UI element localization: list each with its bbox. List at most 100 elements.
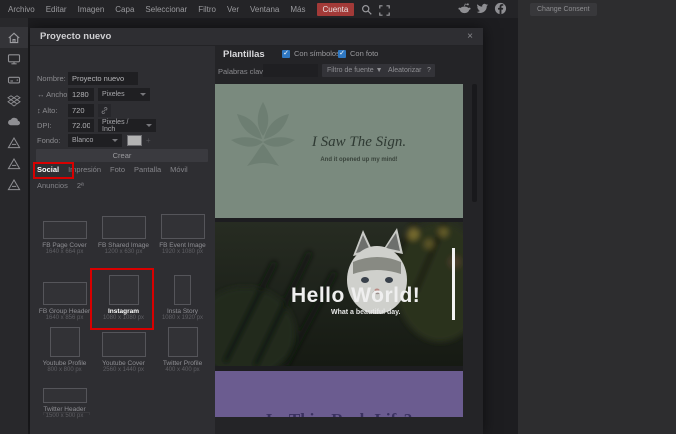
preview-subtitle: And it opened up my mind! xyxy=(320,157,398,163)
keywords-input[interactable] xyxy=(263,64,318,77)
dialog-header: Proyecto nuevo × xyxy=(30,28,483,46)
preset-thumbnail xyxy=(167,327,198,357)
preset-fb-page-cover[interactable]: FB Page Cover 1640 x 664 px xyxy=(35,203,94,261)
template-preview-cat[interactable]: Hello World! What a beautiful day. xyxy=(215,222,463,366)
tab-foto[interactable]: Foto xyxy=(110,165,125,174)
create-button[interactable]: Crear xyxy=(36,149,208,162)
preset-name: Insta Story xyxy=(166,308,199,315)
app-window: Archivo Editar Imagen Capa Seleccionar F… xyxy=(0,0,518,434)
sidebar-item-gdrive-2[interactable] xyxy=(0,153,28,174)
storage-sidebar xyxy=(0,18,28,434)
menu-editar[interactable]: Editar xyxy=(46,5,67,14)
menu-ventana[interactable]: Ventana xyxy=(250,5,279,14)
template-previews-list: I Saw The Sign. And it opened up my mind… xyxy=(215,84,463,417)
preset-size: 1640 x 664 px xyxy=(45,249,84,255)
search-icon[interactable] xyxy=(361,3,373,15)
preview-title: I Saw The Sign. xyxy=(311,134,407,150)
menu-bar: Archivo Editar Imagen Capa Seleccionar F… xyxy=(0,0,518,18)
width-unit-value: Pixeles xyxy=(102,91,125,98)
background-label: Fondo: xyxy=(37,136,61,145)
preset-thumbnail xyxy=(42,388,87,403)
menu-archivo[interactable]: Archivo xyxy=(8,5,35,14)
sidebar-item-dropbox[interactable] xyxy=(0,90,28,111)
preset-youtube-cover[interactable]: Youtube Cover 2560 x 1440 px xyxy=(94,327,153,379)
checkbox-con-simbolos[interactable]: ✓ Con símbolos xyxy=(282,49,340,58)
template-preview-sign[interactable]: I Saw The Sign. And it opened up my mind… xyxy=(215,84,463,218)
menu-mas[interactable]: Más xyxy=(290,5,305,14)
preset-youtube-profile[interactable]: Youtube Profile 800 x 800 px xyxy=(35,327,94,379)
sidebar-item-computer[interactable] xyxy=(0,48,28,69)
preset-partial-thumbnail xyxy=(43,412,90,415)
background-value: Blanco xyxy=(72,137,94,144)
checkbox-checked-icon: ✓ xyxy=(338,49,346,58)
fullscreen-icon[interactable] xyxy=(379,3,391,16)
preset-thumbnail xyxy=(42,221,87,239)
sidebar-item-onedrive[interactable] xyxy=(0,111,28,132)
tab-2a[interactable]: 2ª xyxy=(77,181,84,190)
preview-title: Hello World! xyxy=(291,284,421,307)
dpi-input[interactable] xyxy=(68,119,94,132)
tab-movil[interactable]: Móvil xyxy=(170,165,188,174)
dpi-unit-select[interactable]: Pixeles / Inch xyxy=(98,118,156,133)
preset-thumbnail xyxy=(101,332,146,357)
tab-pantalla[interactable]: Pantalla xyxy=(134,165,161,174)
preset-twitter-profile[interactable]: Twitter Profile 400 x 400 px xyxy=(153,327,212,379)
sidebar-item-gdrive-1[interactable] xyxy=(0,132,28,153)
chevron-down-icon xyxy=(146,124,152,127)
project-form: Nombre: ↔ Ancho: Pixeles ↕ Alto: DPI: xyxy=(30,46,215,434)
templates-scrollbar[interactable] xyxy=(472,84,477,202)
link-dimensions-icon[interactable] xyxy=(98,104,111,117)
preset-fb-group-header[interactable]: FB Group Header 1640 x 856 px xyxy=(35,261,94,327)
dpi-unit-value: Pixeles / Inch xyxy=(102,118,129,133)
menu-imagen[interactable]: Imagen xyxy=(78,5,105,14)
preset-twitter-header[interactable]: Twitter Header 1500 x 500 px xyxy=(35,379,94,425)
preset-thumbnail xyxy=(42,282,87,305)
twitter-icon[interactable] xyxy=(476,2,489,14)
height-label: ↕ Alto: xyxy=(37,106,58,115)
checkbox-checked-icon: ✓ xyxy=(282,49,290,58)
templates-title: Plantillas xyxy=(223,49,265,60)
preset-insta-story[interactable]: Insta Story 1080 x 1920 px xyxy=(153,261,212,327)
menu-seleccionar[interactable]: Seleccionar xyxy=(145,5,187,14)
preset-fb-event-image[interactable]: FB Event Image 1920 x 1080 px xyxy=(153,203,212,261)
name-label: Nombre: xyxy=(37,74,66,83)
annotation-box-instagram xyxy=(90,268,154,330)
tab-anuncios[interactable]: Anuncios xyxy=(37,181,68,190)
chevron-down-icon xyxy=(140,93,146,96)
preset-size: 1080 x 1920 px xyxy=(161,315,204,321)
facebook-icon[interactable] xyxy=(494,2,507,15)
width-input[interactable] xyxy=(68,88,94,101)
template-preview-purple[interactable]: Is This Real Life? xyxy=(215,371,463,417)
preset-name: FB Event Image xyxy=(159,242,206,249)
randomize-button[interactable]: Aleatorizar xyxy=(383,64,427,77)
close-icon[interactable]: × xyxy=(467,31,473,42)
background-select[interactable]: Blanco xyxy=(68,134,122,147)
preset-size: 800 x 800 px xyxy=(47,367,82,373)
width-unit-select[interactable]: Pixeles xyxy=(98,88,150,101)
help-button[interactable]: ? xyxy=(423,64,435,77)
font-filter-button[interactable]: Filtro de fuente ▼ xyxy=(322,64,388,77)
menu-filtro[interactable]: Filtro xyxy=(198,5,216,14)
chevron-down-icon xyxy=(112,139,118,142)
preset-size: 400 x 400 px xyxy=(165,367,200,373)
sidebar-item-home[interactable] xyxy=(0,27,28,48)
background-color-swatch[interactable] xyxy=(127,135,142,146)
preset-fb-shared-image[interactable]: FB Shared Image 1200 x 630 px xyxy=(94,203,153,261)
menu-capa[interactable]: Capa xyxy=(115,5,134,14)
width-label: ↔ Ancho: xyxy=(37,90,70,99)
add-color-button[interactable]: + xyxy=(146,136,151,145)
reddit-icon[interactable] xyxy=(458,2,471,14)
menu-ver[interactable]: Ver xyxy=(227,5,239,14)
keywords-label: Palabras clave: xyxy=(218,67,270,76)
project-name-input[interactable] xyxy=(68,72,138,85)
preset-category-tabs-row2: Anuncios 2ª xyxy=(37,181,84,190)
sidebar-item-local-drive[interactable] xyxy=(0,69,28,90)
menu-cuenta[interactable]: Cuenta xyxy=(316,2,355,16)
change-consent-button[interactable]: Change Consent xyxy=(530,3,597,16)
preset-name: Twitter Profile xyxy=(162,360,203,367)
preset-thumbnail xyxy=(174,275,191,305)
height-input[interactable] xyxy=(68,104,94,117)
text-cursor-bar xyxy=(452,248,455,320)
sidebar-item-gdrive-3[interactable] xyxy=(0,174,28,195)
checkbox-con-foto[interactable]: ✓ Con foto xyxy=(338,49,378,58)
